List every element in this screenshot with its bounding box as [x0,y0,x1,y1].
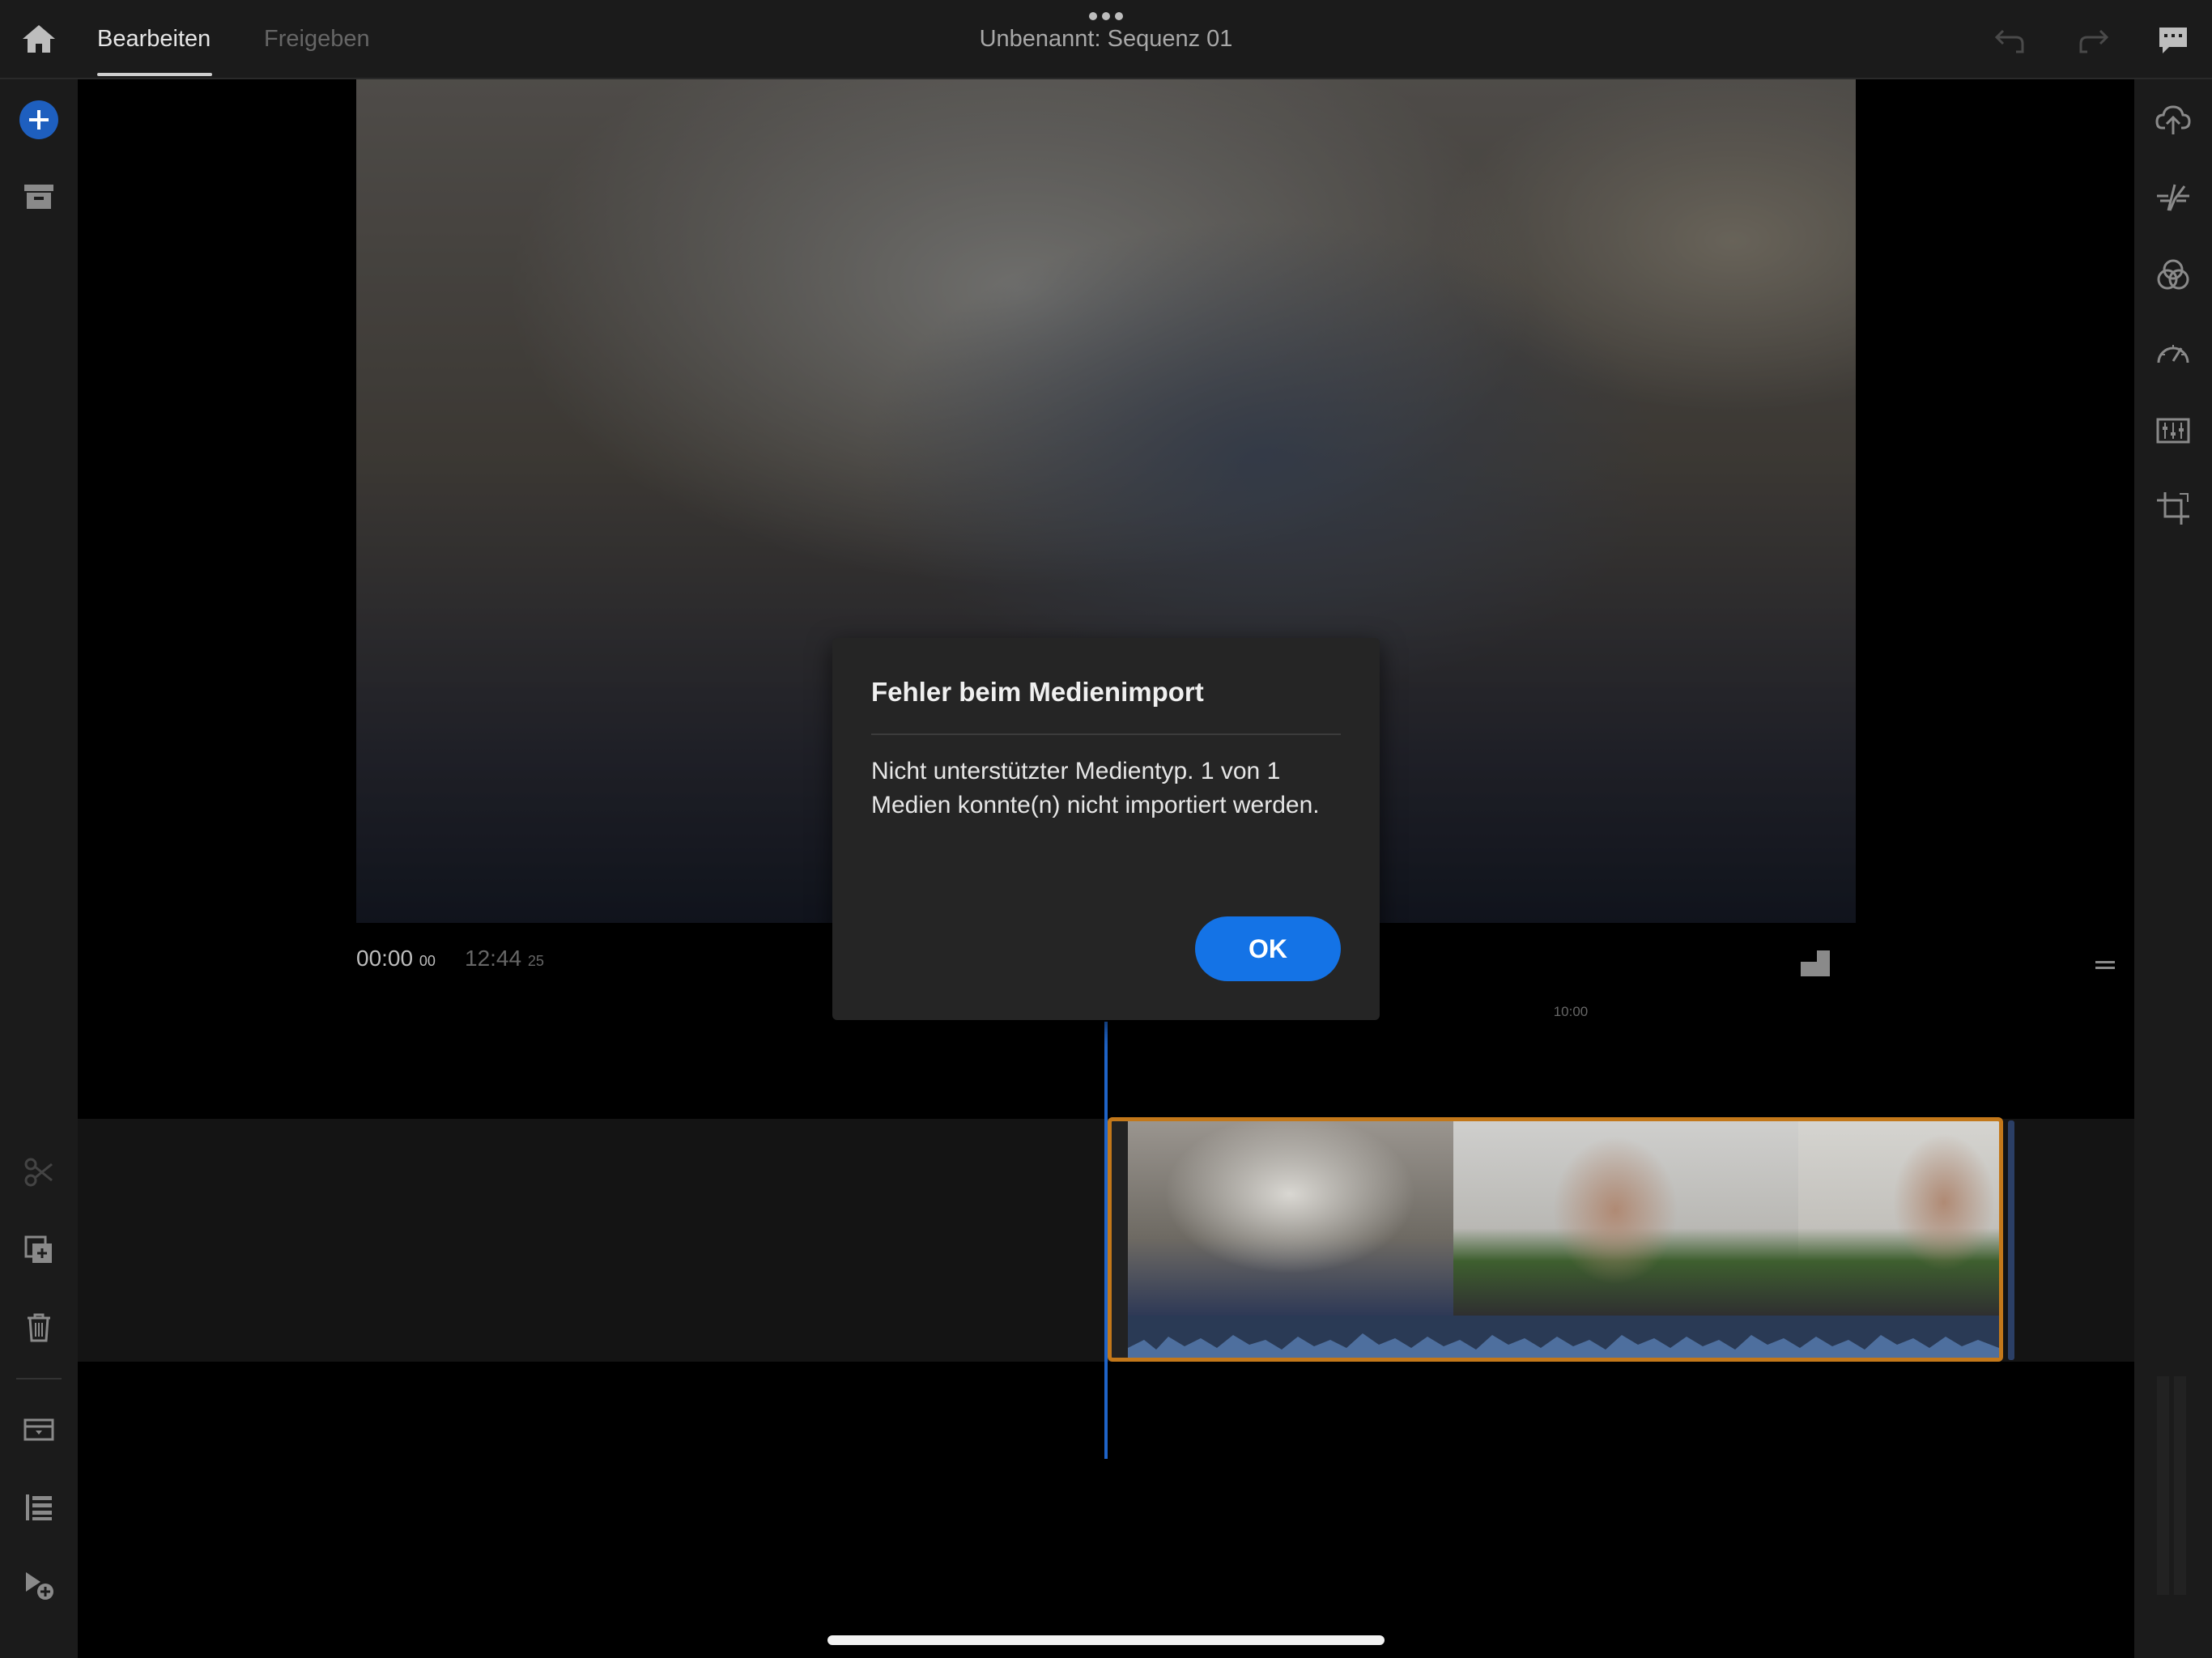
dialog-message: Nicht unterstützter Medientyp. 1 von 1 M… [871,758,1320,818]
ok-button[interactable]: OK [1195,916,1341,981]
dialog-title: Fehler beim Medienimport [871,677,1204,707]
dialog-divider [871,733,1341,735]
home-indicator[interactable] [827,1635,1385,1645]
error-dialog: Fehler beim Medienimport Nicht unterstüt… [832,638,1380,1020]
modal-overlay: Fehler beim Medienimport Nicht unterstüt… [0,0,2212,1658]
